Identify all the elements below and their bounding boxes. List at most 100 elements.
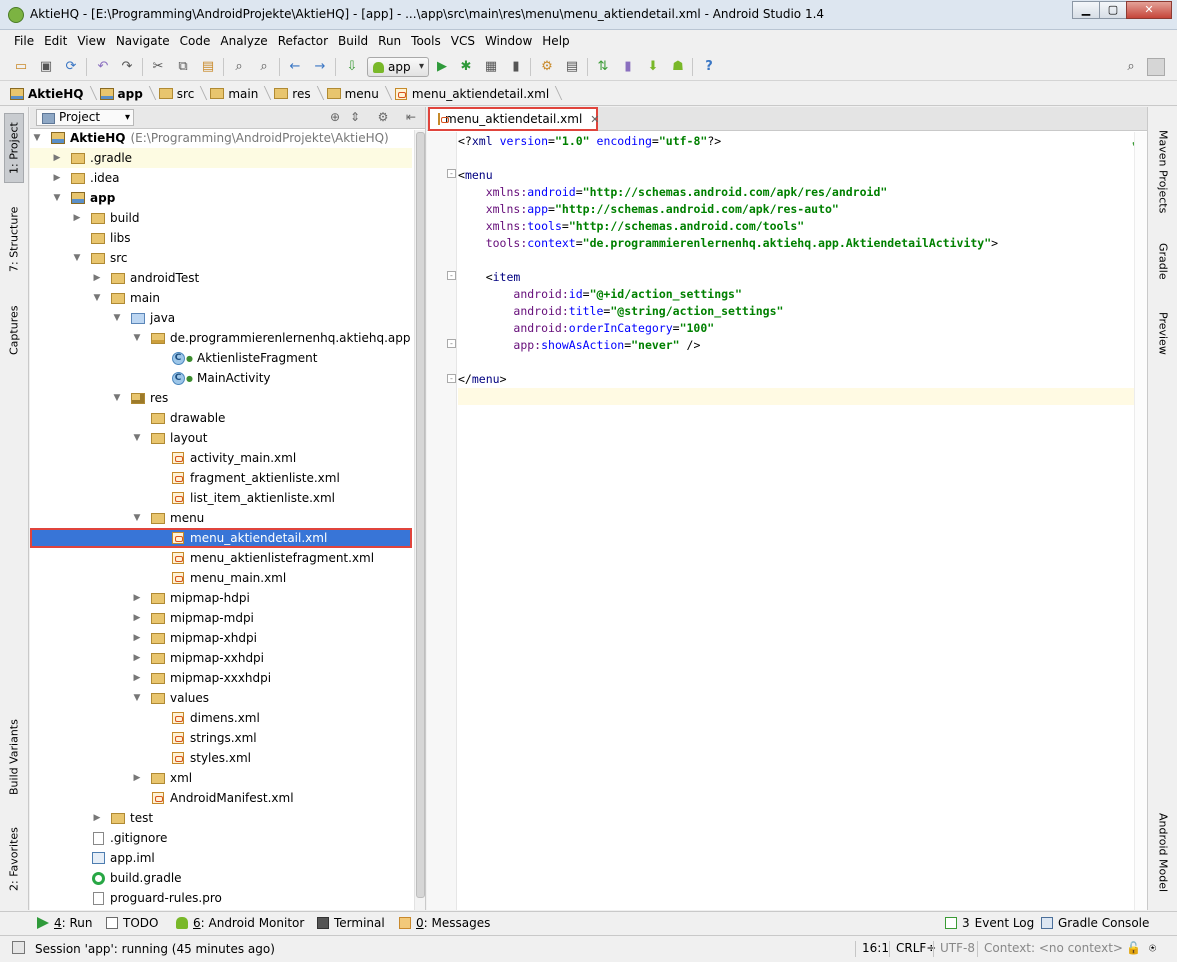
expanded-arrow-icon[interactable]: ▼ <box>130 513 144 523</box>
tool-messages[interactable]: 0: Messages <box>399 916 490 930</box>
tree-item[interactable]: proguard-rules.pro <box>30 888 412 908</box>
tree-item[interactable]: ▶ mipmap-xxxhdpi <box>30 668 412 688</box>
tool-tab-structure[interactable]: 7: Structure <box>4 199 24 279</box>
context-indicator[interactable]: Context: <no context> <box>977 941 1123 957</box>
copy-icon[interactable]: ⧉ <box>174 58 192 76</box>
tree-item-selected[interactable]: menu_aktiendetail.xml <box>30 528 412 548</box>
android-device-monitor-icon[interactable]: ☗ <box>669 58 687 76</box>
tool-tab-project[interactable]: 1: Project <box>4 113 24 183</box>
coverage-icon[interactable]: ▦ <box>482 58 500 76</box>
collapsed-arrow-icon[interactable]: ▶ <box>130 633 144 643</box>
tree-item[interactable]: ▶ mipmap-xhdpi <box>30 628 412 648</box>
tree-item[interactable]: styles.xml <box>30 748 412 768</box>
file-encoding[interactable]: UTF-8 <box>933 941 975 957</box>
redo-icon[interactable]: ↷ <box>118 58 136 76</box>
menu-vcs[interactable]: VCS <box>446 31 480 52</box>
breadcrumb-src[interactable]: src <box>155 82 207 105</box>
back-icon[interactable]: ← <box>286 58 304 76</box>
tool-run[interactable]: 4: Run <box>37 916 93 930</box>
tool-terminal[interactable]: Terminal <box>317 916 385 930</box>
collapsed-arrow-icon[interactable]: ▶ <box>90 813 104 823</box>
tree-item[interactable]: ▼ java <box>30 308 412 328</box>
settings-gear-icon[interactable]: ⚙ <box>376 110 390 124</box>
menu-window[interactable]: Window <box>480 31 537 52</box>
breadcrumb-res[interactable]: res <box>270 82 322 105</box>
caret-position[interactable]: 16:1 <box>855 941 889 957</box>
collapsed-arrow-icon[interactable]: ▶ <box>130 653 144 663</box>
inspection-icon[interactable]: ⍟ <box>1143 941 1156 957</box>
menu-file[interactable]: File <box>9 31 39 52</box>
fold-marker-icon[interactable]: - <box>447 374 456 383</box>
menu-analyze[interactable]: Analyze <box>215 31 272 52</box>
tree-item[interactable]: ▶ mipmap-mdpi <box>30 608 412 628</box>
breadcrumb-file[interactable]: menu_aktiendetail.xml <box>391 82 561 105</box>
collapsed-arrow-icon[interactable]: ▶ <box>50 153 64 163</box>
editor-gutter[interactable]: - - - - <box>427 132 457 910</box>
error-stripe[interactable] <box>1134 132 1147 910</box>
tree-item[interactable]: ▶ androidTest <box>30 268 412 288</box>
tool-todo[interactable]: TODO <box>106 916 158 930</box>
breadcrumb-aktiehq[interactable]: AktieHQ <box>6 82 96 105</box>
expanded-arrow-icon[interactable]: ▼ <box>110 313 124 323</box>
open-folder-icon[interactable]: ▭ <box>12 58 30 76</box>
tree-item[interactable]: AndroidManifest.xml <box>30 788 412 808</box>
tree-item[interactable]: C ● AktienlisteFragment <box>30 348 412 368</box>
expanded-arrow-icon[interactable]: ▼ <box>130 433 144 443</box>
tool-android-monitor[interactable]: 6: Android Monitor <box>176 916 304 930</box>
menu-view[interactable]: View <box>72 31 110 52</box>
menu-help[interactable]: Help <box>537 31 574 52</box>
menu-edit[interactable]: Edit <box>39 31 72 52</box>
run-icon[interactable]: ▶ <box>433 58 451 76</box>
close-tab-icon[interactable]: ✕ <box>590 113 599 126</box>
scrollbar-thumb[interactable] <box>416 132 425 898</box>
collapsed-arrow-icon[interactable]: ▶ <box>130 773 144 783</box>
forward-icon[interactable]: → <box>311 58 329 76</box>
tree-item[interactable]: dimens.xml <box>30 708 412 728</box>
find-icon[interactable]: ⌕ <box>230 58 248 76</box>
menu-build[interactable]: Build <box>333 31 373 52</box>
fold-marker-icon[interactable]: - <box>447 169 456 178</box>
tree-item[interactable]: strings.xml <box>30 728 412 748</box>
run-configuration-select[interactable]: app <box>367 57 429 77</box>
tree-item[interactable]: ▶ .idea <box>30 168 412 188</box>
collapsed-arrow-icon[interactable]: ▶ <box>90 273 104 283</box>
tree-item[interactable]: ▼ values <box>30 688 412 708</box>
breadcrumb-main[interactable]: main <box>206 82 270 105</box>
tool-tab-favorites[interactable]: 2: Favorites <box>4 819 24 899</box>
tree-item[interactable]: activity_main.xml <box>30 448 412 468</box>
tree-item[interactable]: ▼ menu <box>30 508 412 528</box>
tool-tab-android-model[interactable]: Android Model <box>1153 803 1173 903</box>
tree-item[interactable]: ▼ main <box>30 288 412 308</box>
expanded-arrow-icon[interactable]: ▼ <box>70 253 84 263</box>
expanded-arrow-icon[interactable]: ▼ <box>90 293 104 303</box>
tool-tab-maven-projects[interactable]: Maven Projects <box>1153 130 1173 213</box>
hide-panel-icon[interactable]: ⇤ <box>404 110 418 124</box>
tree-item[interactable]: C ● MainActivity <box>30 368 412 388</box>
expanded-arrow-icon[interactable]: ▼ <box>50 193 64 203</box>
tree-item[interactable]: ▶ test <box>30 808 412 828</box>
tool-tab-build-variants[interactable]: Build Variants <box>4 707 24 807</box>
sync-icon[interactable]: ⟳ <box>62 58 80 76</box>
tree-item[interactable]: ▼ app <box>30 188 412 208</box>
undo-icon[interactable]: ↶ <box>94 58 112 76</box>
breadcrumb-app[interactable]: app <box>96 82 155 105</box>
project-view-select[interactable]: Project <box>36 109 134 126</box>
tree-item[interactable]: ▶ mipmap-xxhdpi <box>30 648 412 668</box>
user-icon[interactable] <box>1147 58 1165 76</box>
collapsed-arrow-icon[interactable]: ▶ <box>70 213 84 223</box>
collapsed-arrow-icon[interactable]: ▶ <box>50 173 64 183</box>
fold-marker-icon[interactable]: - <box>447 271 456 280</box>
menu-tools[interactable]: Tools <box>406 31 446 52</box>
tree-item[interactable]: build.gradle <box>30 868 412 888</box>
collapsed-arrow-icon[interactable]: ▶ <box>130 613 144 623</box>
project-tree-scrollbar[interactable] <box>414 130 425 910</box>
tree-item[interactable]: fragment_aktienliste.xml <box>30 468 412 488</box>
tree-item[interactable]: ▶ .gradle <box>30 148 412 168</box>
sdk-manager-icon[interactable]: ▤ <box>563 58 581 76</box>
tree-item[interactable]: ▼ AktieHQ (E:\Programming\AndroidProjekte\… <box>30 130 412 148</box>
tool-tab-captures[interactable]: Captures <box>4 295 24 365</box>
replace-icon[interactable]: ⌕ <box>255 58 273 76</box>
attach-debugger-icon[interactable]: ▮ <box>507 58 525 76</box>
tree-item[interactable]: menu_main.xml <box>30 568 412 588</box>
maximize-icon[interactable]: ▢ <box>1099 1 1127 19</box>
